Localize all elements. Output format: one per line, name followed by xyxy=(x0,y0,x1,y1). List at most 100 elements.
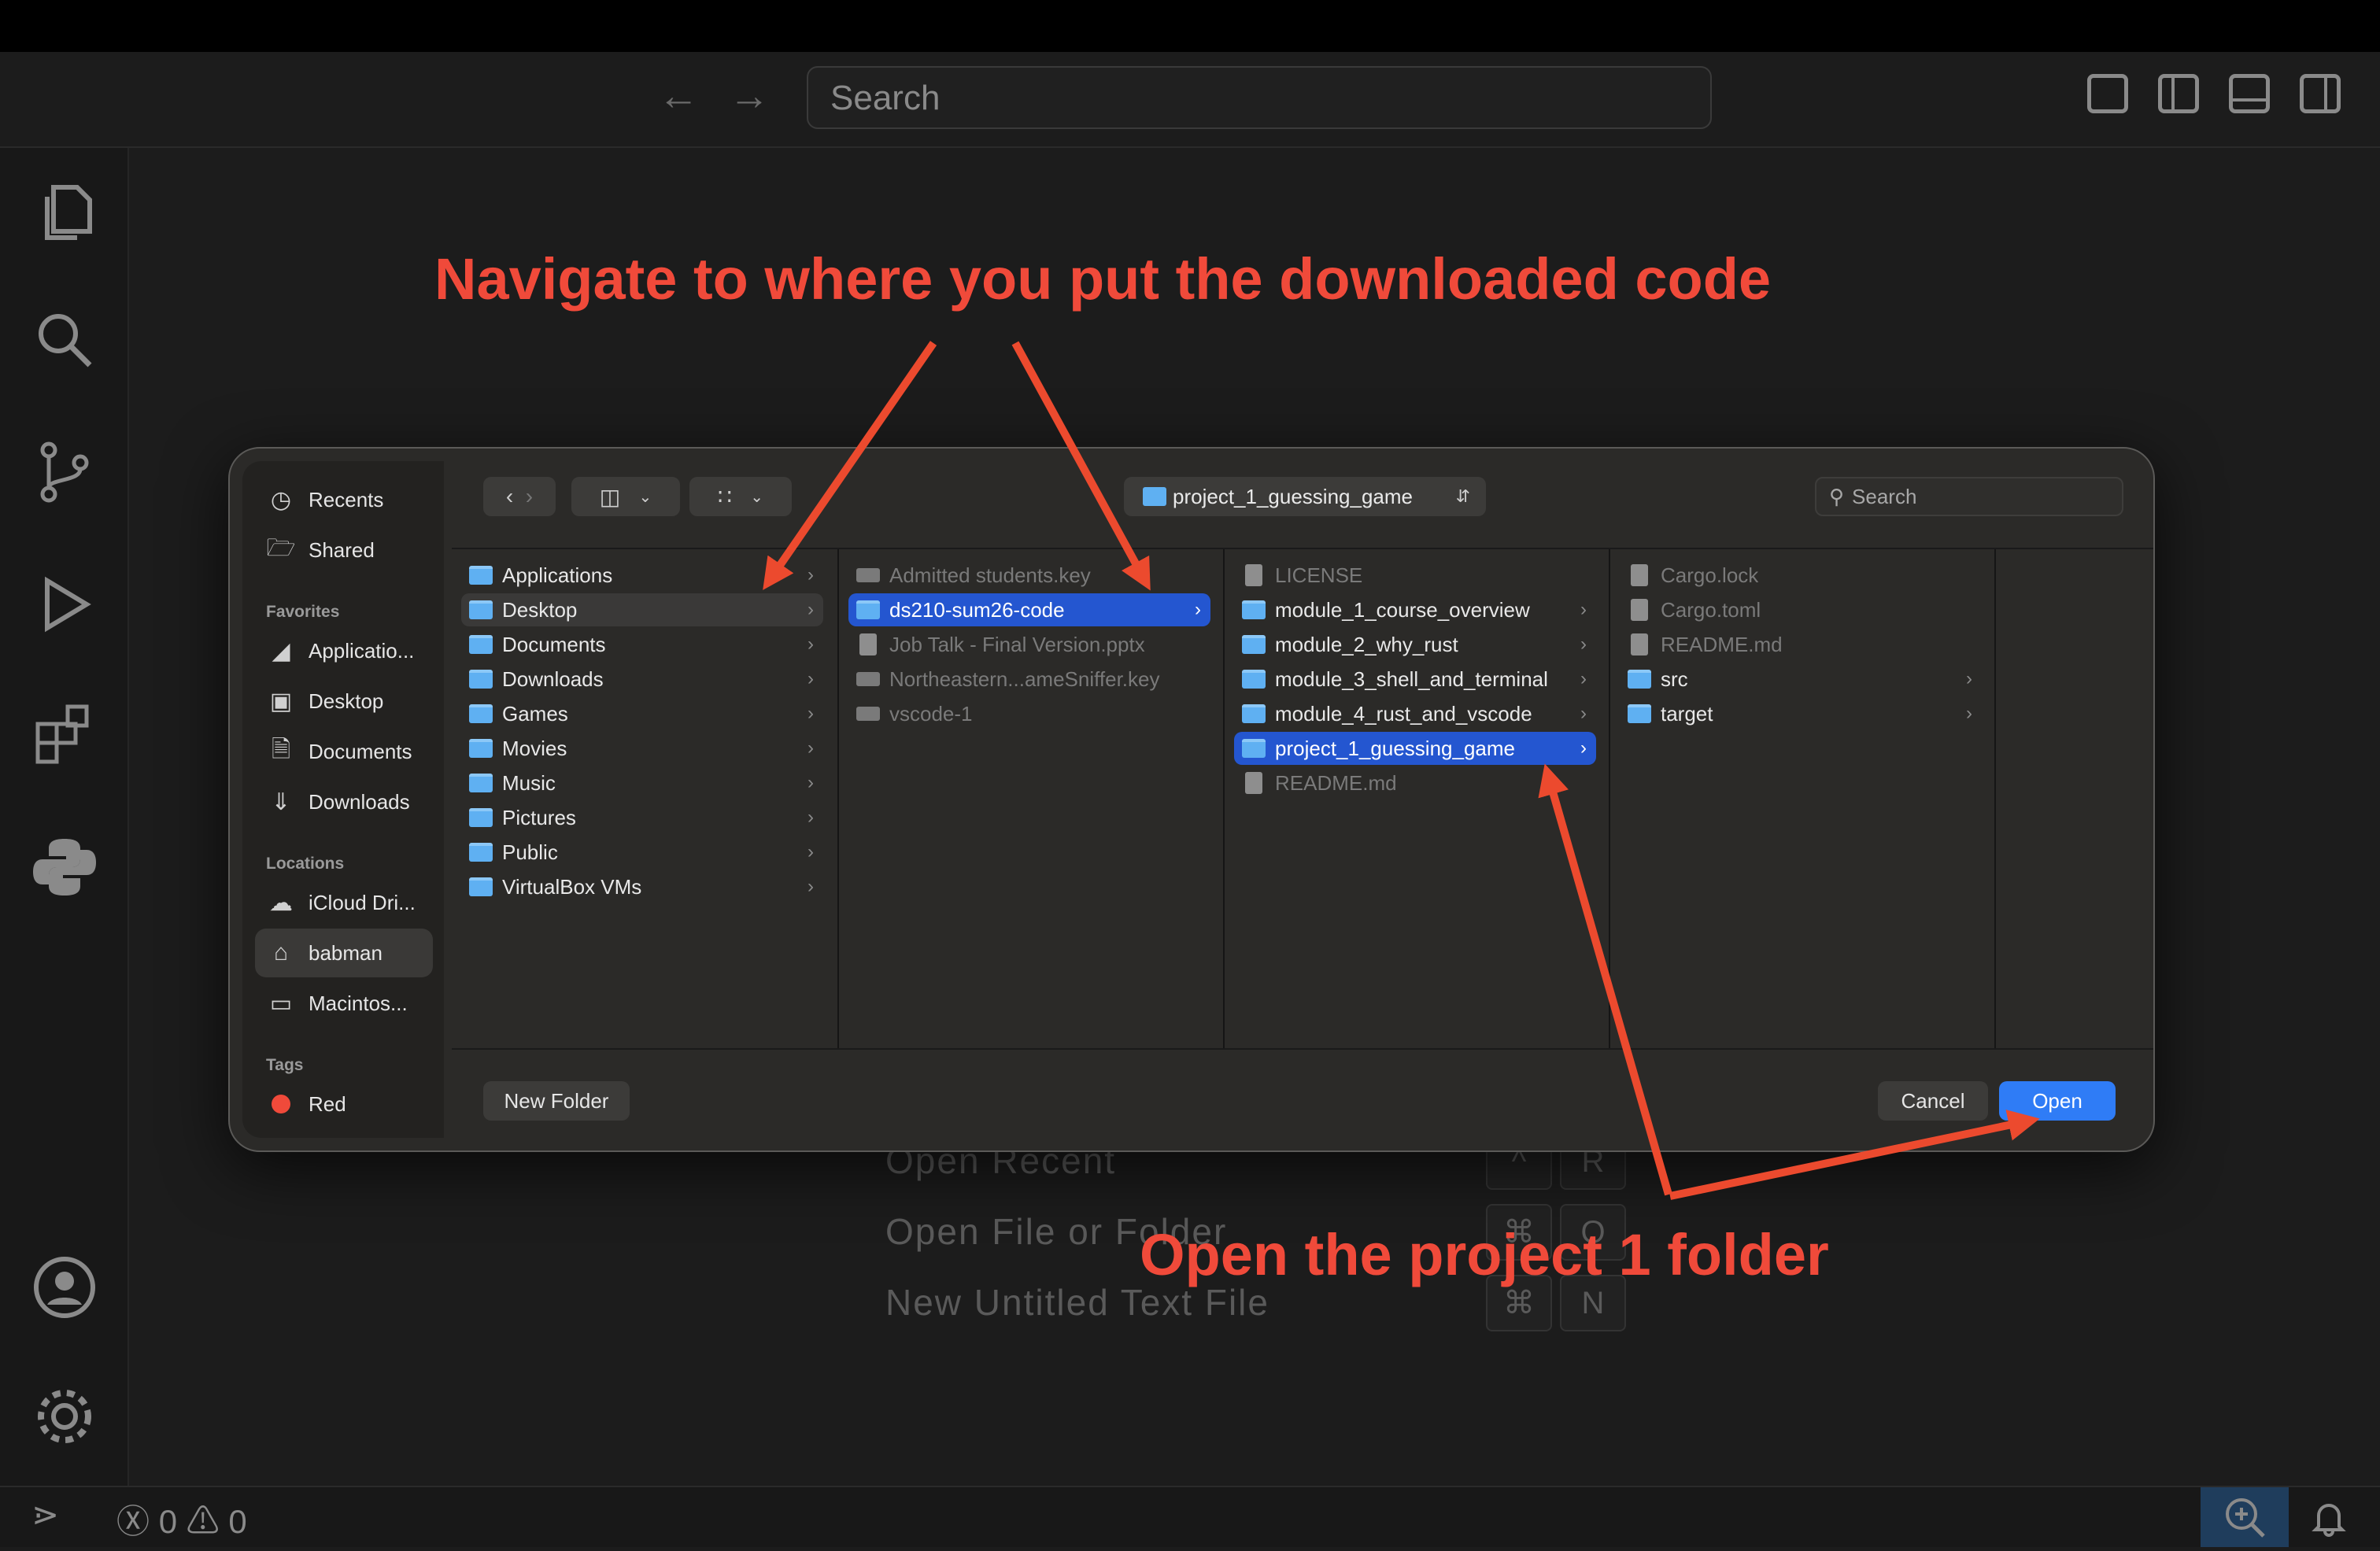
folder-row[interactable]: VirtualBox VMs › xyxy=(461,870,823,903)
chevron-right-icon: › xyxy=(808,876,814,897)
keynote-file-icon xyxy=(856,707,880,721)
command-center-search[interactable]: Search xyxy=(807,66,1712,129)
folder-row[interactable]: target › xyxy=(1620,697,1982,730)
toggle-secondary-sidebar-icon[interactable] xyxy=(2300,74,2341,113)
chevron-down-icon: ⌄ xyxy=(750,488,763,506)
folder-row[interactable]: module_1_course_overview › xyxy=(1234,593,1596,626)
folder-icon xyxy=(1628,670,1651,689)
remote-indicator-icon[interactable]: ⋗ xyxy=(31,1495,59,1534)
problems-indicator[interactable]: Ⓧ 0 ⚠ 0 xyxy=(116,1495,247,1543)
zoom-button[interactable] xyxy=(2201,1487,2289,1547)
folder-row[interactable]: Movies › xyxy=(461,732,823,765)
folder-row[interactable]: Music › xyxy=(461,766,823,800)
view-mode-column-button[interactable]: ◫ ⌄ xyxy=(571,477,680,516)
chevron-right-icon: › xyxy=(1580,599,1587,620)
error-icon: Ⓧ xyxy=(116,1503,150,1540)
folder-row[interactable]: Downloads › xyxy=(461,663,823,696)
chevron-right-icon: › xyxy=(808,703,814,724)
chevron-right-icon: › xyxy=(808,772,814,793)
back-arrow-icon[interactable]: ← xyxy=(655,72,702,120)
chevron-right-icon: › xyxy=(1580,668,1587,689)
cancel-button[interactable]: Cancel xyxy=(1878,1081,1988,1121)
toggle-panel-icon[interactable] xyxy=(2229,74,2270,113)
file-row[interactable]: LICENSE xyxy=(1234,559,1596,592)
row-label: Music xyxy=(502,770,556,795)
red-tag-dot-icon xyxy=(266,1089,296,1119)
file-row[interactable]: Admitted students.key xyxy=(848,559,1210,592)
chevron-right-icon: › xyxy=(808,807,814,828)
sidebar-item-recents[interactable]: ◷ Recents xyxy=(255,475,433,524)
error-count: 0 xyxy=(158,1503,178,1540)
folder-row[interactable]: src › xyxy=(1620,663,1982,696)
row-label: Admitted students.key xyxy=(889,563,1091,587)
folder-icon xyxy=(469,739,493,758)
folder-icon xyxy=(1628,704,1651,723)
group-items-button[interactable]: ∷ ⌄ xyxy=(689,477,792,516)
open-button[interactable]: Open xyxy=(1999,1081,2116,1121)
chevron-right-icon: › xyxy=(1580,633,1587,655)
file-row[interactable]: Cargo.lock xyxy=(1620,559,1982,592)
file-row[interactable]: README.md xyxy=(1234,766,1596,800)
python-icon[interactable] xyxy=(31,834,98,900)
account-icon[interactable] xyxy=(31,1254,98,1320)
column-desktop: Admitted students.key ds210-sum26-code › Jo… xyxy=(839,549,1225,1050)
folder-row[interactable]: module_2_why_rust › xyxy=(1234,628,1596,661)
folder-row[interactable]: module_3_shell_and_terminal › xyxy=(1234,663,1596,696)
folder-row[interactable]: Applications › xyxy=(461,559,823,592)
sidebar-item-home[interactable]: ⌂ babman xyxy=(255,929,433,977)
sidebar-item-desktop[interactable]: ▣ Desktop xyxy=(255,677,433,726)
clock-icon: ◷ xyxy=(270,486,292,513)
sidebar-item-applications[interactable]: ◢ Applicatio... xyxy=(255,626,433,675)
folder-icon xyxy=(469,808,493,827)
chevron-right-icon: › xyxy=(808,599,814,620)
folder-row[interactable]: Games › xyxy=(461,697,823,730)
folder-row[interactable]: Documents › xyxy=(461,628,823,661)
chevron-right-icon: › xyxy=(1580,703,1587,724)
chevron-right-icon: › xyxy=(1580,737,1587,759)
keynote-file-icon xyxy=(856,568,880,582)
search-icon[interactable] xyxy=(31,307,98,373)
sidebar-item-tag-red[interactable]: Red xyxy=(255,1080,433,1128)
settings-gear-icon[interactable] xyxy=(31,1383,98,1449)
source-control-icon[interactable] xyxy=(31,439,98,505)
row-label: module_2_why_rust xyxy=(1275,632,1458,656)
folder-row[interactable]: Public › xyxy=(461,836,823,869)
column-ds210-sum26-code: LICENSE module_1_course_overview › module_2… xyxy=(1225,549,1610,1050)
customize-layout-icon[interactable] xyxy=(2087,74,2128,113)
row-label: LICENSE xyxy=(1275,563,1363,587)
file-row[interactable]: Job Talk - Final Version.pptx xyxy=(848,628,1210,661)
run-and-debug-icon[interactable] xyxy=(31,573,98,639)
forward-arrow-icon[interactable]: → xyxy=(726,72,773,120)
notifications-bell-icon[interactable] xyxy=(2309,1498,2349,1538)
file-row[interactable]: Cargo.toml xyxy=(1620,593,1982,626)
sidebar-item-shared[interactable]: 🗁 Shared xyxy=(255,526,433,574)
path-popup[interactable]: project_1_guessing_game ⇵ xyxy=(1124,477,1486,516)
file-row[interactable]: README.md xyxy=(1620,628,1982,661)
dialog-search-field[interactable]: ⚲ Search xyxy=(1815,477,2123,516)
folder-icon xyxy=(1242,635,1266,654)
row-label: Job Talk - Final Version.pptx xyxy=(889,632,1145,656)
chevron-right-icon: › xyxy=(1195,599,1201,620)
folder-row[interactable]: module_4_rust_and_vscode › xyxy=(1234,697,1596,730)
download-icon: ⇓ xyxy=(271,788,291,815)
folder-row[interactable]: Pictures › xyxy=(461,801,823,834)
sidebar-item-downloads[interactable]: ⇓ Downloads xyxy=(255,777,433,826)
folder-row[interactable]: Desktop › xyxy=(461,593,823,626)
folder-row[interactable]: ds210-sum26-code › xyxy=(848,593,1210,626)
sidebar-item-documents[interactable]: 🗎 Documents xyxy=(255,727,433,776)
file-row[interactable]: Northeastern...ameSniffer.key xyxy=(848,663,1210,696)
new-folder-button[interactable]: New Folder xyxy=(483,1081,630,1121)
file-row[interactable]: vscode-1 xyxy=(848,697,1210,730)
folder-row[interactable]: project_1_guessing_game › xyxy=(1234,732,1596,765)
sidebar-item-icloud[interactable]: ☁ iCloud Dri... xyxy=(255,878,433,927)
back-forward-buttons[interactable]: ‹ › xyxy=(483,477,556,516)
extensions-icon[interactable] xyxy=(31,700,98,766)
row-label: Cargo.toml xyxy=(1661,597,1761,622)
toggle-primary-sidebar-icon[interactable] xyxy=(2158,74,2199,113)
explorer-icon[interactable] xyxy=(31,179,98,246)
row-label: target xyxy=(1661,701,1713,726)
magnifier-icon: ⚲ xyxy=(1829,484,1845,508)
dialog-search-placeholder: Search xyxy=(1852,484,1917,508)
sidebar-item-macintosh-hd[interactable]: ▭ Macintos... xyxy=(255,979,433,1028)
sidebar-item-label: iCloud Dri... xyxy=(309,890,416,914)
